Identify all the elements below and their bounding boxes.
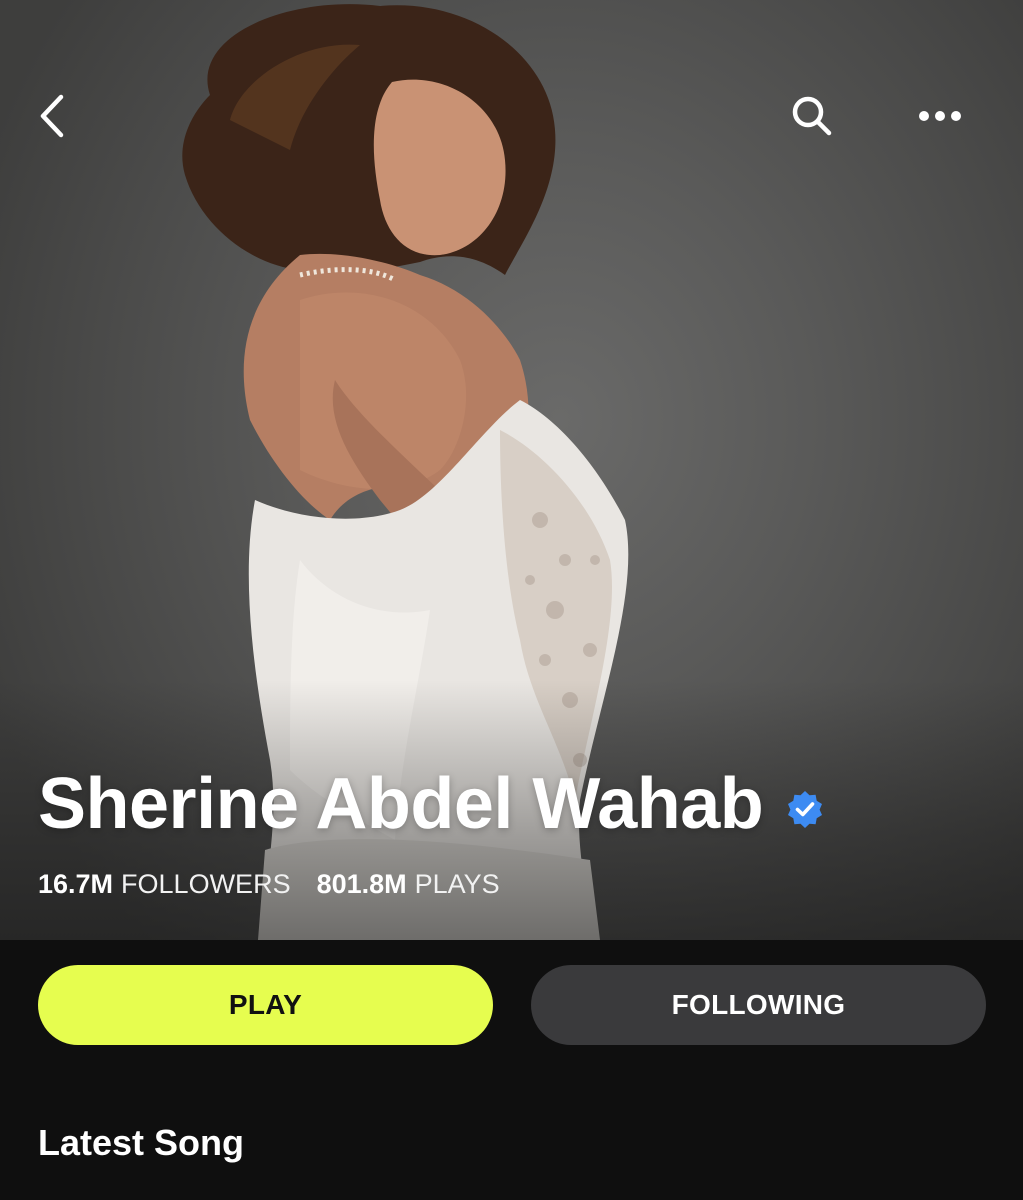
artist-hero: Sherine Abdel Wahab 16.7M FOLLOWERS 801.… [0, 0, 1023, 940]
artist-name-row: Sherine Abdel Wahab [38, 768, 825, 840]
play-button[interactable]: PLAY [38, 965, 493, 1045]
more-options-button[interactable] [908, 84, 972, 148]
artist-profile-screen: Sherine Abdel Wahab 16.7M FOLLOWERS 801.… [0, 0, 1023, 1200]
verified-badge-icon [788, 791, 823, 828]
latest-song-heading: Latest Song [38, 1122, 245, 1163]
search-button[interactable] [780, 84, 844, 148]
search-icon [792, 96, 832, 136]
chevron-left-icon [40, 94, 64, 138]
back-button[interactable] [20, 84, 84, 148]
followers-label: FOLLOWERS [121, 869, 291, 899]
more-horizontal-icon [919, 111, 961, 121]
plays-count: 801.8M [316, 869, 407, 899]
followers-count: 16.7M [38, 869, 114, 899]
plays-label: PLAYS [414, 869, 500, 899]
artist-stats: 16.7M FOLLOWERS 801.8M PLAYS [38, 869, 500, 900]
artist-name: Sherine Abdel Wahab [38, 764, 764, 844]
artist-actions: PLAY FOLLOWING [38, 965, 986, 1045]
following-button[interactable]: FOLLOWING [531, 965, 986, 1045]
